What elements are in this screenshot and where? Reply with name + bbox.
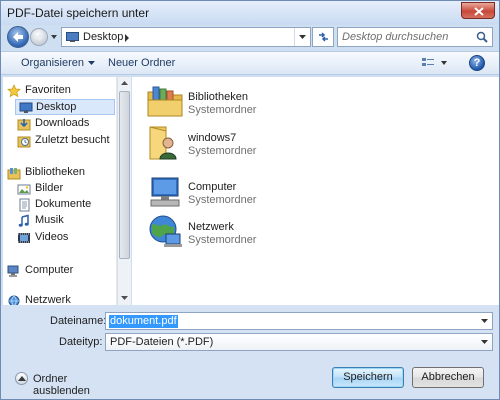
nav-item-label: Bilder <box>35 182 64 194</box>
computer-icon <box>150 177 180 207</box>
file-item-name: Netzwerk <box>188 221 234 233</box>
search-icon[interactable] <box>476 31 488 43</box>
network-icon <box>8 295 20 305</box>
window-title: PDF-Datei speichern unter <box>7 6 150 20</box>
desktop-icon <box>19 102 33 113</box>
nav-item-label: Dokumente <box>35 198 92 210</box>
file-list[interactable]: Bibliotheken Systemordner windows7 Syste… <box>132 77 499 305</box>
chevron-down-icon <box>87 61 95 66</box>
music-icon <box>18 214 29 227</box>
help-button[interactable]: ? <box>469 55 485 71</box>
nav-item-label: Netzwerk <box>25 294 71 305</box>
videos-icon <box>18 233 30 243</box>
refresh-icon <box>319 32 328 42</box>
command-bar: Organisieren Neuer Ordner ? <box>1 51 499 75</box>
back-arrow-icon <box>13 32 23 42</box>
filename-field[interactable]: dokument.pdf <box>105 312 493 330</box>
network-globe-icon <box>149 215 182 247</box>
title-bar[interactable]: PDF-Datei speichern unter <box>1 1 499 25</box>
hide-folders-toggle[interactable]: Ordner ausblenden <box>15 371 125 397</box>
filename-input-value[interactable]: dokument.pdf <box>109 315 178 328</box>
save-form-panel: Dateiname: dokument.pdf Dateityp: PDF-Da… <box>1 305 499 399</box>
star-icon <box>7 84 21 98</box>
address-crumb-desktop[interactable]: Desktop <box>83 31 123 43</box>
nav-item-musik[interactable]: Musik <box>17 213 116 229</box>
save-button[interactable]: Speichern <box>332 367 404 388</box>
file-item-type: Systemordner <box>188 234 257 246</box>
documents-icon <box>19 198 30 212</box>
file-item-name: windows7 <box>188 132 237 144</box>
computer-icon <box>7 265 19 277</box>
user-folder-icon <box>149 126 177 160</box>
address-bar[interactable]: Desktop <box>61 27 311 47</box>
back-button[interactable] <box>7 26 29 48</box>
nav-item-label: Zuletzt besucht <box>35 134 110 146</box>
file-item-type: Systemordner <box>188 145 257 157</box>
refresh-button[interactable] <box>312 27 334 47</box>
filename-label: Dateiname: <box>50 315 107 327</box>
new-folder-button[interactable]: Neuer Ordner <box>108 57 175 69</box>
nav-item-label: Favoriten <box>25 84 71 96</box>
close-button[interactable] <box>461 2 495 19</box>
forward-arrow-icon <box>35 33 43 41</box>
nav-item-label: Computer <box>25 264 74 276</box>
nav-item-computer[interactable]: Computer <box>7 263 116 279</box>
address-dropdown-button[interactable] <box>294 28 310 46</box>
desktop-location-icon <box>66 32 79 42</box>
file-item-windows7[interactable]: windows7 Systemordner <box>146 123 346 163</box>
nav-item-desktop[interactable]: Desktop <box>15 99 115 115</box>
forward-button[interactable] <box>30 28 48 46</box>
chevron-down-icon[interactable] <box>481 319 488 323</box>
file-item-computer[interactable]: Computer Systemordner <box>146 172 346 212</box>
scrollbar-thumb[interactable] <box>119 91 130 259</box>
nav-item-zuletzt-besucht[interactable]: Zuletzt besucht <box>17 133 116 149</box>
close-icon <box>474 7 484 16</box>
filetype-label: Dateityp: <box>59 336 103 348</box>
nav-item-dokumente[interactable]: Dokumente <box>17 197 116 213</box>
organize-menu-button[interactable]: Organisieren <box>21 57 95 69</box>
save-dialog-window: PDF-Datei speichern unter Desktop Deskto… <box>0 0 500 400</box>
file-item-name: Bibliotheken <box>188 91 248 103</box>
scroll-down-icon[interactable] <box>121 296 128 300</box>
nav-item-label: Desktop <box>36 101 77 113</box>
view-options-button[interactable] <box>421 56 449 70</box>
file-item-bibliotheken[interactable]: Bibliotheken Systemordner <box>146 82 346 122</box>
scroll-up-icon[interactable] <box>121 81 128 85</box>
collapse-icon <box>15 372 28 385</box>
nav-item-bilder[interactable]: Bilder <box>17 181 116 197</box>
organize-label: Organisieren <box>21 57 84 69</box>
nav-item-label: Musik <box>35 214 64 226</box>
nav-item-label: Bibliotheken <box>25 166 85 178</box>
nav-item-label: Downloads <box>35 117 90 129</box>
file-item-netzwerk[interactable]: Netzwerk Systemordner <box>146 212 346 252</box>
search-input[interactable] <box>342 30 470 44</box>
libraries-icon <box>7 168 21 180</box>
file-item-type: Systemordner <box>188 104 257 116</box>
recent-places-icon <box>17 136 31 148</box>
downloads-icon <box>17 119 31 131</box>
libraries-folder-icon <box>147 86 183 117</box>
nav-item-favoriten[interactable]: Favoriten <box>7 83 116 99</box>
chevron-down-icon <box>299 35 306 39</box>
filetype-select[interactable]: PDF-Dateien (*.PDF) <box>105 333 493 351</box>
nav-item-netzwerk[interactable]: Netzwerk <box>7 293 116 305</box>
nav-item-label: Videos <box>35 231 69 243</box>
recent-pages-dropdown-icon[interactable] <box>50 33 58 41</box>
navigation-pane[interactable]: Favoriten Desktop Downloads Zuletzt besu… <box>3 77 117 305</box>
hide-folders-label: Ordner ausblenden <box>33 373 90 397</box>
chevron-right-icon[interactable] <box>124 34 130 42</box>
cancel-button[interactable]: Abbrechen <box>412 367 484 388</box>
navigation-pane-scrollbar[interactable] <box>117 77 131 305</box>
file-item-type: Systemordner <box>188 194 257 206</box>
nav-item-downloads[interactable]: Downloads <box>17 116 116 132</box>
navigation-bar: Desktop <box>1 25 499 49</box>
chevron-down-icon <box>481 340 488 344</box>
search-box[interactable] <box>337 27 493 47</box>
filetype-value: PDF-Dateien (*.PDF) <box>110 336 214 348</box>
nav-item-videos[interactable]: Videos <box>17 230 116 246</box>
view-options-icon <box>422 58 447 66</box>
pictures-icon <box>17 184 31 195</box>
nav-item-bibliotheken[interactable]: Bibliotheken <box>7 165 116 181</box>
file-item-name: Computer <box>188 181 237 193</box>
